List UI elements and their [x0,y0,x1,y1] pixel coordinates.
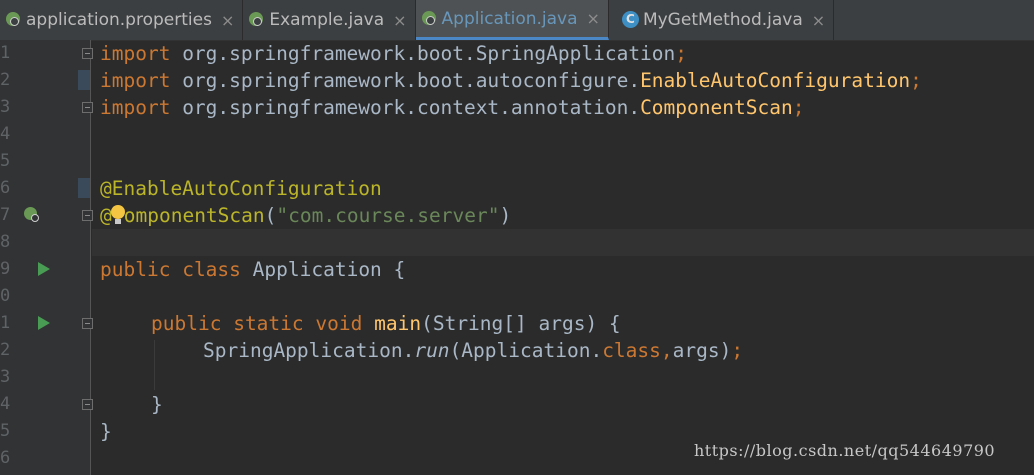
line-number: 2 [0,70,11,90]
line-number: 5 [0,151,11,171]
tab-label: MyGetMethod.java [642,10,803,30]
line-number: 8 [0,232,11,252]
code-line-15[interactable]: } [100,418,112,445]
line-number: 2 [0,340,11,360]
code-line-1[interactable]: import org.springframework.boot.SpringAp… [100,40,687,67]
code-line-3[interactable]: import org.springframework.context.annot… [100,94,804,121]
run-icon[interactable] [38,316,50,330]
tab-label: Application.java [441,8,578,29]
code-line-7[interactable]: @ omponentScan("com.course.server") [100,202,511,229]
watermark: https://blog.csdn.net/qq544649790 [694,441,996,460]
tab-application-properties[interactable]: application.properties × [0,0,244,40]
indent-guide [154,340,155,390]
line-number: 7 [0,205,11,225]
line-number: 1 [0,313,11,333]
tab-mygetmethod-java[interactable]: MyGetMethod.java × [609,0,835,40]
tab-label: application.properties [26,10,212,30]
tab-example-java[interactable]: Example.java × [243,0,416,40]
tab-label: Example.java [269,10,385,30]
line-number: 5 [0,421,11,441]
line-number: 1 [0,43,11,63]
spring-class-icon [243,0,267,40]
line-number: 4 [0,394,11,414]
fold-end-icon[interactable] [82,210,93,221]
changed-line-marker [78,178,90,198]
fold-end-icon[interactable] [82,399,93,410]
line-number: 9 [0,259,11,279]
code-line-2[interactable]: import org.springframework.boot.autoconf… [100,67,922,94]
code-line-11[interactable]: public static void main(String[] args) { [151,310,621,337]
changed-line-marker [78,70,90,90]
current-line-highlight [92,229,1034,256]
close-icon[interactable]: × [221,11,234,30]
line-number: 6 [0,178,11,198]
lightbulb-icon[interactable] [110,204,126,226]
close-icon[interactable]: × [812,11,825,30]
spring-config-icon [0,0,24,40]
class-icon [617,0,641,40]
code-line-6[interactable]: @EnableAutoConfiguration [100,175,382,202]
line-number: 6 [0,448,11,468]
spring-bean-icon[interactable] [24,207,40,223]
close-icon[interactable]: × [393,11,406,30]
editor-tab-bar: application.properties × Example.java × … [0,0,1034,41]
close-icon[interactable]: × [587,9,600,28]
line-number: 0 [0,286,11,306]
fold-start-icon[interactable] [82,48,93,59]
fold-end-icon[interactable] [82,102,93,113]
fold-start-icon[interactable] [82,318,93,329]
code-line-12[interactable]: SpringApplication.run(Application.class,… [203,337,743,364]
line-number: 4 [0,124,11,144]
run-icon[interactable] [38,262,50,276]
line-number: 3 [0,367,11,387]
tab-application-java[interactable]: Application.java × [415,0,609,40]
spring-class-icon [416,0,440,39]
code-line-9[interactable]: public class Application { [100,256,405,283]
code-line-14[interactable]: } [151,391,163,418]
line-number: 3 [0,97,11,117]
